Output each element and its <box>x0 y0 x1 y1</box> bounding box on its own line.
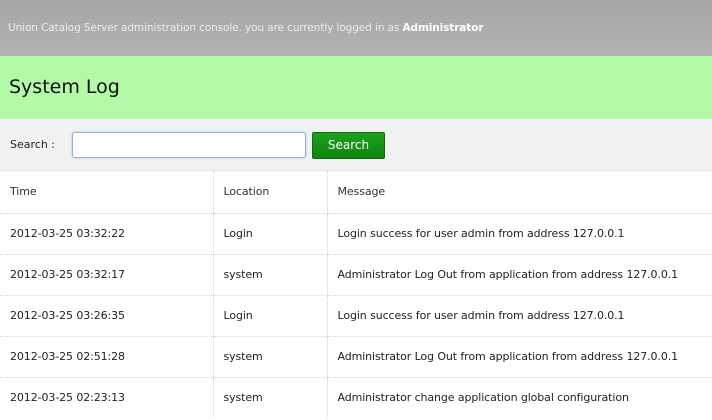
search-button[interactable]: Search <box>312 132 385 159</box>
cell-message: Administrator Log Out from application f… <box>326 254 712 296</box>
cell-time: 2012-03-25 03:26:35 <box>0 295 213 337</box>
cell-location: system <box>212 254 327 296</box>
page-title: System Log <box>9 76 120 98</box>
banner-text: Union Catalog Server administration cons… <box>8 22 403 34</box>
cell-time: 2012-03-25 03:32:17 <box>0 254 213 296</box>
table-row: 2012-03-25 03:32:22 Login Login success … <box>0 213 712 255</box>
cell-message: Administrator change application global … <box>326 377 712 418</box>
cell-location: Login <box>212 213 327 255</box>
cell-location: system <box>212 336 327 378</box>
table-header-row: Time Location Message <box>0 171 712 214</box>
cell-location: Login <box>212 295 327 337</box>
column-header-time[interactable]: Time <box>0 171 213 214</box>
search-input[interactable] <box>72 132 306 158</box>
cell-location: system <box>212 377 327 418</box>
cell-message: Administrator Log Out from application f… <box>326 336 712 378</box>
cell-time: 2012-03-25 02:23:13 <box>10 391 125 405</box>
page-title-bar: System Log <box>0 56 712 119</box>
logged-in-user: Administrator <box>402 22 484 34</box>
search-label: Search : <box>10 138 55 151</box>
table-row: 2012-03-25 02:23:13 system Administrator… <box>0 377 712 418</box>
table-row: 2012-03-25 03:32:17 system Administrator… <box>0 254 712 296</box>
column-header-message[interactable]: Message <box>326 171 712 214</box>
column-header-location[interactable]: Location <box>212 171 327 214</box>
cell-message: Login success for user admin from addres… <box>326 213 712 255</box>
table-row: 2012-03-25 02:51:28 system Administrator… <box>0 336 712 378</box>
system-log-table: Time Location Message 2012-03-25 03:32:2… <box>0 171 712 418</box>
cell-time: 2012-03-25 03:32:22 <box>0 213 213 255</box>
cell-time: 2012-03-25 02:51:28 <box>0 336 213 378</box>
table-row: 2012-03-25 03:26:35 Login Login success … <box>0 295 712 337</box>
top-banner: Union Catalog Server administration cons… <box>0 0 712 56</box>
cell-message: Login success for user admin from addres… <box>326 295 712 337</box>
